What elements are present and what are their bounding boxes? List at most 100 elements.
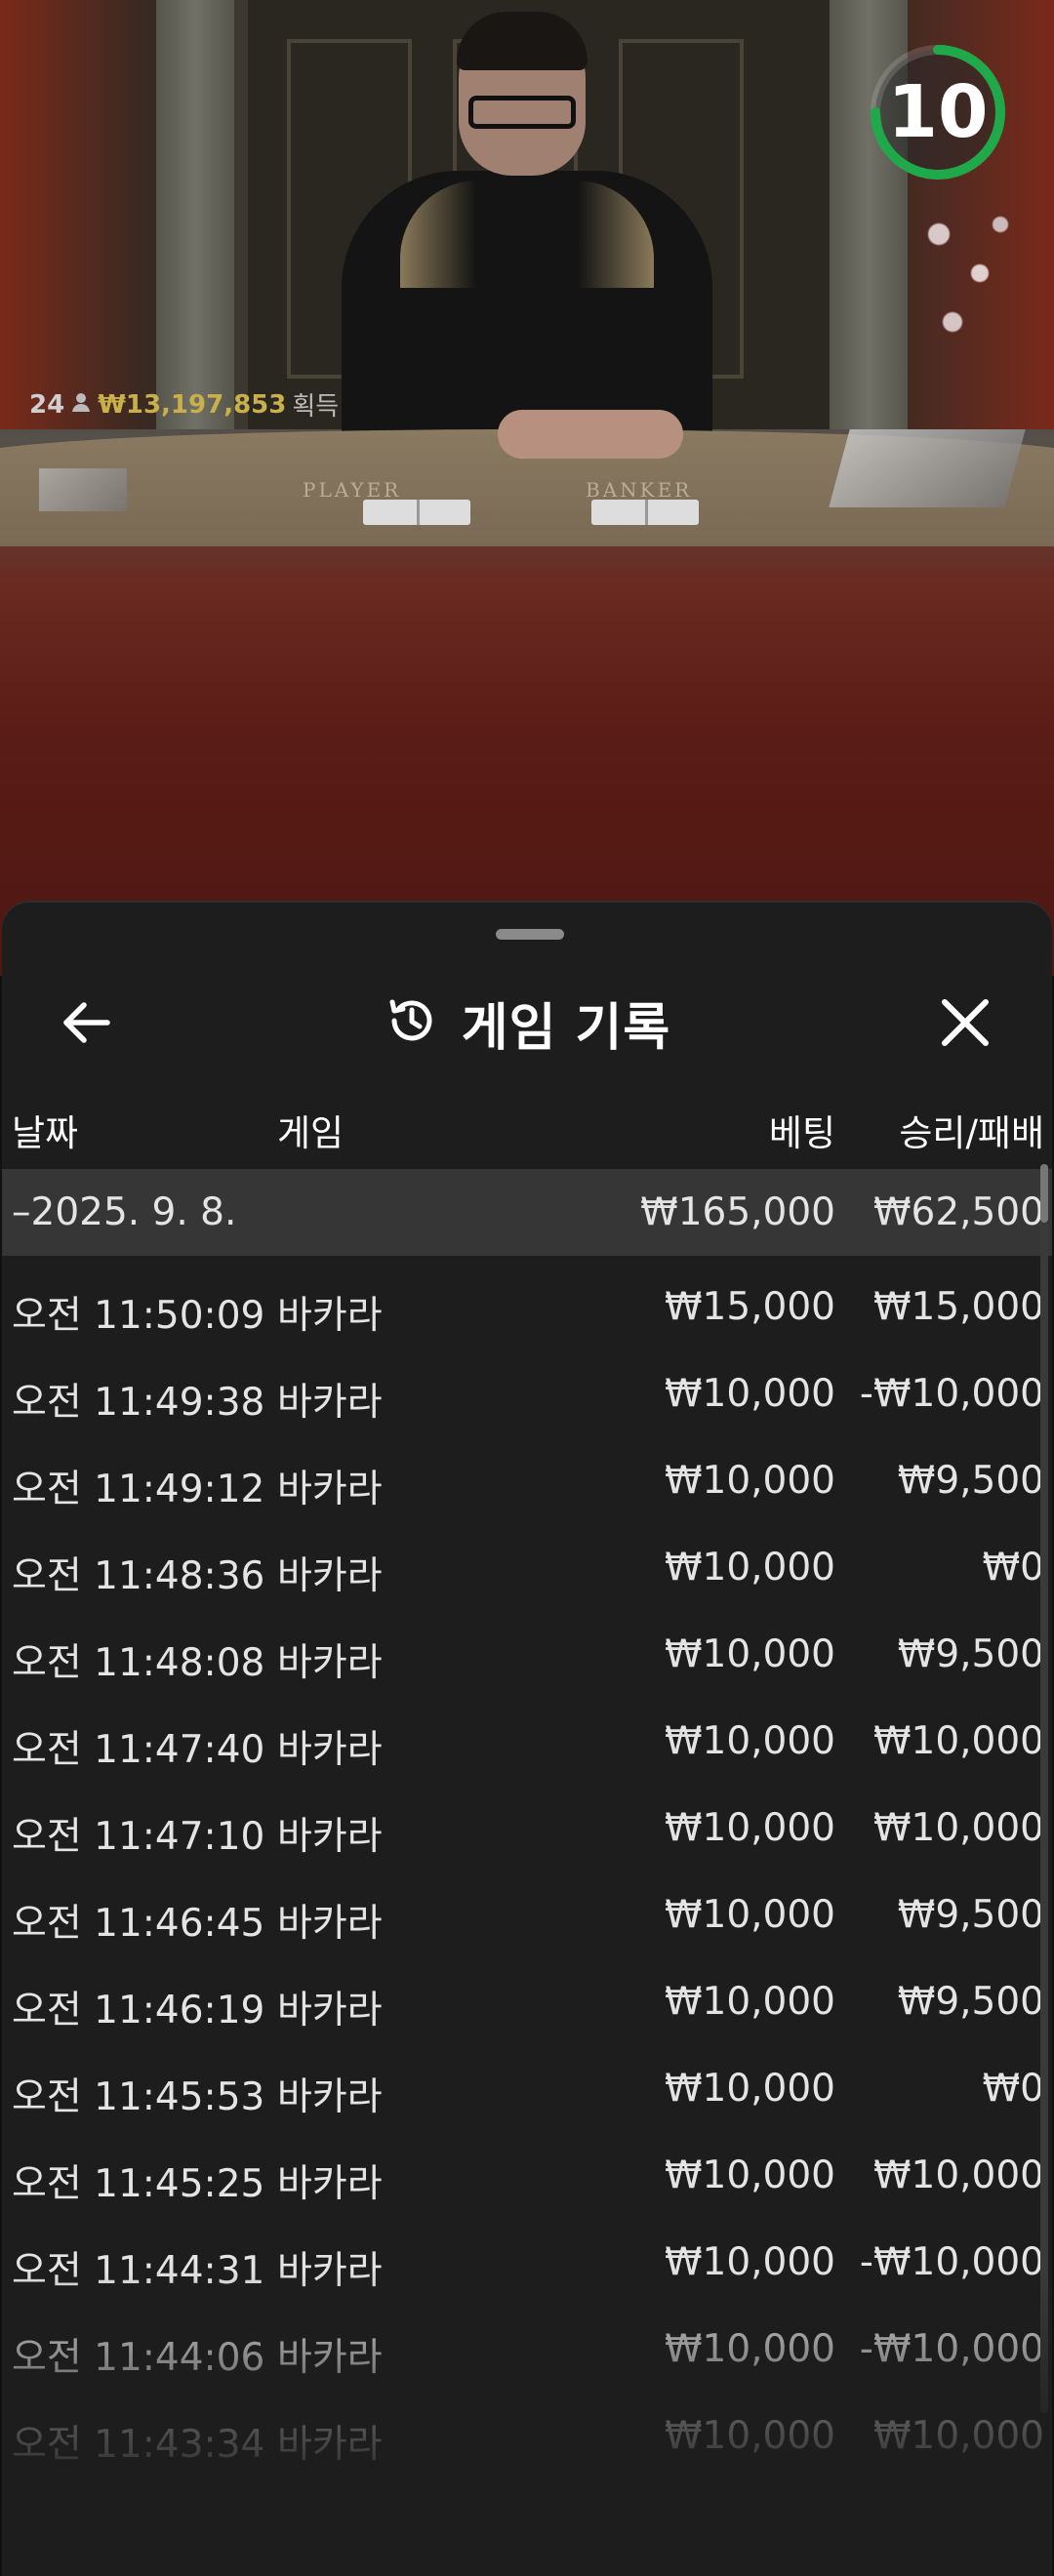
row-game: 바카라 [277, 1641, 383, 1685]
row-result: ₩9,500 [897, 1893, 1044, 1937]
card-tray [39, 468, 127, 511]
row-game: 바카라 [277, 1294, 383, 1338]
row-bet: ₩10,000 [664, 1459, 835, 1503]
row-result: ₩10,000 [872, 2414, 1044, 2458]
table-row[interactable]: 오전 11:44:31 바카라 ₩10,000 -₩10,000 [2, 2219, 1052, 2306]
table-row[interactable]: 오전 11:45:25 바카라 ₩10,000 ₩10,000 [2, 2132, 1052, 2219]
live-dealer-video: PLAYER BANKER 24 ₩13,197,853 획득 10 [0, 0, 1054, 976]
row-result: ₩10,000 [872, 1806, 1044, 1850]
arrow-left-icon [61, 996, 113, 1053]
row-game: 바카라 [277, 2162, 383, 2206]
table-row[interactable]: 오전 11:48:08 바카라 ₩10,000 ₩9,500 [2, 1611, 1052, 1698]
row-bet: ₩10,000 [664, 2414, 835, 2458]
row-result: -₩10,000 [859, 2240, 1044, 2284]
row-game: 바카라 [277, 1902, 383, 1946]
winnings-ticker: 24 ₩13,197,853 획득 [29, 386, 339, 423]
summary-result: ₩62,500 [872, 1190, 1044, 1234]
table-row[interactable]: 오전 11:46:19 바카라 ₩10,000 ₩9,500 [2, 1958, 1052, 2045]
row-time: 오전 11:47:10 [12, 1815, 265, 1859]
row-bet: ₩10,000 [664, 2240, 835, 2284]
row-result: ₩9,500 [897, 1459, 1044, 1503]
row-time: 오전 11:45:53 [12, 2075, 265, 2119]
table-row[interactable]: 오전 11:45:53 바카라 ₩10,000 ₩0 [2, 2045, 1052, 2132]
table-header: 날짜 게임 베팅 승리/패배 [2, 1096, 1052, 1154]
row-time: 오전 11:43:34 [12, 2423, 265, 2467]
drag-handle[interactable] [496, 929, 564, 940]
row-game: 바카라 [277, 2423, 383, 2467]
row-game: 바카라 [277, 1815, 383, 1859]
row-bet: ₩10,000 [664, 1372, 835, 1416]
col-header-bet: 베팅 [768, 1112, 835, 1154]
card-shoe [829, 429, 1026, 507]
col-header-game: 게임 [277, 1112, 345, 1154]
page-title: 게임 기록 [461, 998, 671, 1058]
row-bet: ₩10,000 [664, 1719, 835, 1763]
row-game: 바카라 [277, 2249, 383, 2293]
row-bet: ₩10,000 [664, 1893, 835, 1937]
row-time: 오전 11:48:08 [12, 1641, 265, 1685]
countdown-seconds: 10 [887, 70, 989, 154]
row-time: 오전 11:49:12 [12, 1468, 265, 1511]
row-game: 바카라 [277, 1468, 383, 1511]
table-row[interactable]: 오전 11:49:12 바카라 ₩10,000 ₩9,500 [2, 1437, 1052, 1524]
cherry-blossom-decor [898, 176, 1034, 371]
pillar-left [156, 0, 234, 429]
close-button[interactable] [931, 990, 999, 1059]
round-number: 24 [29, 389, 65, 420]
row-time: 오전 11:50:09 [12, 1294, 265, 1338]
date-summary-row[interactable]: –2025. 9. 8. ₩165,000 ₩62,500 [2, 1169, 1052, 1256]
row-time: 오전 11:47:40 [12, 1728, 265, 1772]
row-game: 바카라 [277, 2075, 383, 2119]
winnings-label: 획득 [292, 392, 340, 422]
history-scrollbar[interactable] [1040, 1164, 1048, 2413]
table-row[interactable]: 오전 11:48:36 바카라 ₩10,000 ₩0 [2, 1524, 1052, 1611]
row-result: ₩0 [982, 1546, 1044, 1590]
winnings-amount: ₩13,197,853 [98, 389, 287, 420]
sheet-header: 게임 기록 [2, 969, 1052, 1076]
table-row[interactable]: 오전 11:47:40 바카라 ₩10,000 ₩10,000 [2, 1698, 1052, 1785]
table-row[interactable]: 오전 11:43:34 바카라 ₩10,000 ₩10,000 [2, 2393, 1052, 2479]
banker-cards [591, 500, 699, 525]
person-icon [70, 390, 92, 420]
row-result: ₩10,000 [872, 2153, 1044, 2197]
table-row[interactable]: 오전 11:44:06 바카라 ₩10,000 -₩10,000 [2, 2306, 1052, 2393]
history-clock-icon [384, 992, 440, 1053]
summary-bet: ₩165,000 [640, 1190, 835, 1234]
col-header-result: 승리/패배 [899, 1112, 1044, 1154]
row-game: 바카라 [277, 2336, 383, 2380]
row-result: ₩10,000 [872, 1719, 1044, 1763]
row-result: -₩10,000 [859, 1372, 1044, 1416]
row-bet: ₩15,000 [664, 1285, 835, 1329]
game-history-sheet: 게임 기록 날짜 게임 베팅 승리/패배 –2025. 9. 8. ₩165,0… [2, 903, 1052, 2576]
row-result: ₩9,500 [897, 1632, 1044, 1676]
row-time: 오전 11:46:45 [12, 1902, 265, 1946]
row-time: 오전 11:46:19 [12, 1989, 265, 2033]
player-zone-label: PLAYER [303, 478, 402, 502]
row-bet: ₩10,000 [664, 1980, 835, 2024]
close-x-icon [940, 997, 991, 1052]
row-time: 오전 11:49:38 [12, 1381, 265, 1425]
back-button[interactable] [53, 990, 121, 1059]
row-bet: ₩10,000 [664, 1806, 835, 1850]
row-game: 바카라 [277, 1989, 383, 2033]
player-cards [363, 500, 470, 525]
banker-zone-label: BANKER [586, 478, 693, 502]
table-row[interactable]: 오전 11:47:10 바카라 ₩10,000 ₩10,000 [2, 1785, 1052, 1872]
row-game: 바카라 [277, 1554, 383, 1598]
row-result: ₩15,000 [872, 1285, 1044, 1329]
row-bet: ₩10,000 [664, 2067, 835, 2111]
row-time: 오전 11:45:25 [12, 2162, 265, 2206]
table-row[interactable]: 오전 11:49:38 바카라 ₩10,000 -₩10,000 [2, 1350, 1052, 1437]
table-row[interactable]: 오전 11:50:09 바카라 ₩15,000 ₩15,000 [2, 1264, 1052, 1350]
row-bet: ₩10,000 [664, 2153, 835, 2197]
row-time: 오전 11:48:36 [12, 1554, 265, 1598]
row-bet: ₩10,000 [664, 1546, 835, 1590]
col-header-date: 날짜 [12, 1112, 79, 1154]
row-time: 오전 11:44:06 [12, 2336, 265, 2380]
row-time: 오전 11:44:31 [12, 2249, 265, 2293]
table-row[interactable]: 오전 11:46:45 바카라 ₩10,000 ₩9,500 [2, 1872, 1052, 1958]
row-result: ₩0 [982, 2067, 1044, 2111]
row-result: -₩10,000 [859, 2327, 1044, 2371]
row-game: 바카라 [277, 1728, 383, 1772]
row-bet: ₩10,000 [664, 1632, 835, 1676]
